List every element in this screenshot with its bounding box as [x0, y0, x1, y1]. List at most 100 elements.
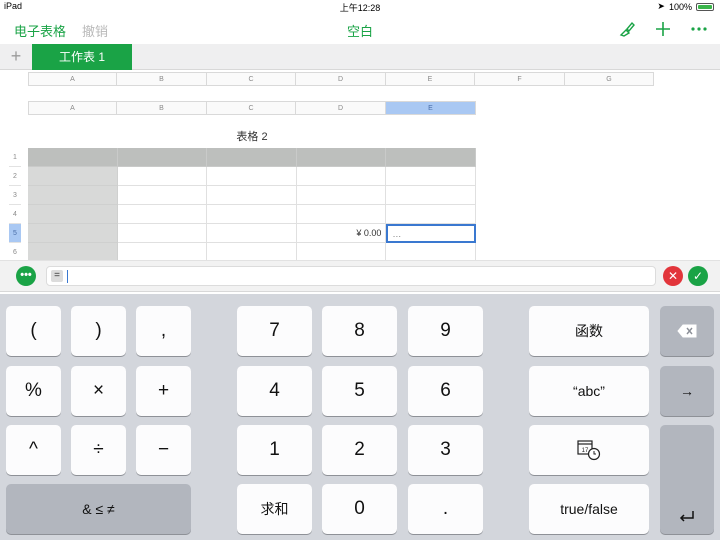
date-badge: 17: [582, 448, 589, 454]
accept-formula-button[interactable]: ✓: [688, 266, 708, 286]
table-cell[interactable]: [117, 224, 208, 243]
table1-column-header: A B C D E F G: [28, 72, 654, 86]
row-header-cell[interactable]: 4: [9, 205, 21, 224]
column-header[interactable]: A: [28, 101, 117, 115]
document-title: 空白: [346, 24, 373, 39]
column-header-selected[interactable]: E: [386, 101, 476, 115]
table-title[interactable]: 表格 2: [28, 128, 476, 144]
column-header[interactable]: D: [296, 72, 386, 86]
table2-column-header: A B C D E: [28, 101, 476, 115]
key-7[interactable]: 7: [237, 306, 312, 356]
add-sheet-button[interactable]: +: [6, 46, 26, 66]
key-left-paren[interactable]: (: [6, 306, 61, 356]
tab-sheet-1[interactable]: 工作表 1: [32, 44, 132, 70]
key-decimal[interactable]: .: [408, 484, 483, 534]
formula-keyboard: ( ) , % × + ^ ÷ − & ≤ ≠ 7 8 9 4 5 6 1 2 …: [0, 294, 720, 540]
formula-menu-button[interactable]: •••: [16, 266, 36, 286]
key-right-paren[interactable]: ): [71, 306, 126, 356]
row-header-cell[interactable]: 3: [9, 186, 21, 205]
key-functions[interactable]: 函数: [529, 306, 649, 356]
table-cell[interactable]: [296, 148, 387, 167]
row-header-cell[interactable]: 1: [9, 148, 21, 167]
key-percent[interactable]: %: [6, 366, 61, 416]
key-date-time[interactable]: 17: [529, 425, 649, 475]
column-header[interactable]: G: [565, 72, 654, 86]
row-header-spacer: [9, 121, 21, 148]
key-plus[interactable]: +: [136, 366, 191, 416]
column-header[interactable]: F: [475, 72, 565, 86]
table-cell[interactable]: [117, 167, 208, 186]
table-cell[interactable]: [207, 167, 297, 186]
add-icon[interactable]: [652, 18, 674, 40]
table-cell[interactable]: [386, 167, 476, 186]
row-header-cell-selected[interactable]: 5: [9, 224, 21, 243]
status-bar: iPad 上午12:28 ➤ 100%: [0, 0, 720, 14]
table-cell[interactable]: [207, 186, 297, 205]
table-cell[interactable]: [28, 205, 118, 224]
key-delete[interactable]: [660, 306, 714, 356]
key-multiply[interactable]: ×: [71, 366, 126, 416]
column-header[interactable]: C: [207, 72, 296, 86]
key-4[interactable]: 4: [237, 366, 312, 416]
return-icon: [679, 511, 694, 522]
key-return[interactable]: [660, 425, 714, 534]
table-cell[interactable]: [207, 224, 297, 243]
column-header[interactable]: B: [117, 72, 207, 86]
location-icon: ➤: [657, 1, 665, 11]
format-brush-icon[interactable]: [616, 18, 638, 40]
table-cell[interactable]: [207, 205, 297, 224]
delete-icon: [677, 324, 697, 338]
row-header-cell[interactable]: 2: [9, 167, 21, 186]
key-caret[interactable]: ^: [6, 425, 61, 475]
key-1[interactable]: 1: [237, 425, 312, 475]
sheet-tab-bar: + 工作表 1: [0, 44, 720, 70]
table-cell[interactable]: [296, 186, 387, 205]
editing-cell[interactable]: …: [386, 224, 476, 243]
key-comma[interactable]: ,: [136, 306, 191, 356]
calendar-clock-icon: 17: [577, 440, 601, 461]
key-0[interactable]: 0: [322, 484, 397, 534]
battery-icon: [696, 2, 714, 11]
key-sum[interactable]: 求和: [237, 484, 312, 534]
table-cell[interactable]: [28, 186, 118, 205]
column-header[interactable]: C: [207, 101, 296, 115]
currency-cell[interactable]: ¥ 0.00: [296, 224, 387, 243]
table-cell[interactable]: [117, 148, 208, 167]
table-cell[interactable]: [386, 186, 476, 205]
key-text[interactable]: “abc”: [529, 366, 649, 416]
column-header[interactable]: E: [386, 72, 475, 86]
table-cell[interactable]: [296, 167, 387, 186]
row-header: 1 2 3 4 5 6: [9, 121, 21, 262]
table-cell[interactable]: [117, 186, 208, 205]
key-divide[interactable]: ÷: [71, 425, 126, 475]
text-cursor: [67, 270, 68, 283]
formula-bar: ••• = ✕ ✓: [0, 260, 720, 292]
key-comparison-operators[interactable]: & ≤ ≠: [6, 484, 191, 534]
key-8[interactable]: 8: [322, 306, 397, 356]
table-cell[interactable]: [28, 148, 118, 167]
table-cell[interactable]: [386, 205, 476, 224]
key-minus[interactable]: −: [136, 425, 191, 475]
equals-token: =: [51, 270, 63, 282]
cancel-formula-button[interactable]: ✕: [663, 266, 683, 286]
table-cell[interactable]: [386, 148, 476, 167]
column-header[interactable]: B: [117, 101, 207, 115]
table-cell[interactable]: [28, 224, 118, 243]
key-tab[interactable]: →: [660, 366, 714, 416]
table-cell[interactable]: [296, 205, 387, 224]
table-row: ¥ 0.00 …: [28, 224, 476, 243]
column-header[interactable]: A: [28, 72, 117, 86]
key-9[interactable]: 9: [408, 306, 483, 356]
table-row: [28, 167, 476, 186]
table-cell[interactable]: [207, 148, 297, 167]
key-boolean[interactable]: true/false: [529, 484, 649, 534]
more-icon[interactable]: [688, 18, 710, 40]
formula-input[interactable]: =: [46, 266, 656, 286]
key-2[interactable]: 2: [322, 425, 397, 475]
table-cell[interactable]: [28, 167, 118, 186]
key-5[interactable]: 5: [322, 366, 397, 416]
column-header[interactable]: D: [296, 101, 386, 115]
table-cell[interactable]: [117, 205, 208, 224]
key-6[interactable]: 6: [408, 366, 483, 416]
key-3[interactable]: 3: [408, 425, 483, 475]
